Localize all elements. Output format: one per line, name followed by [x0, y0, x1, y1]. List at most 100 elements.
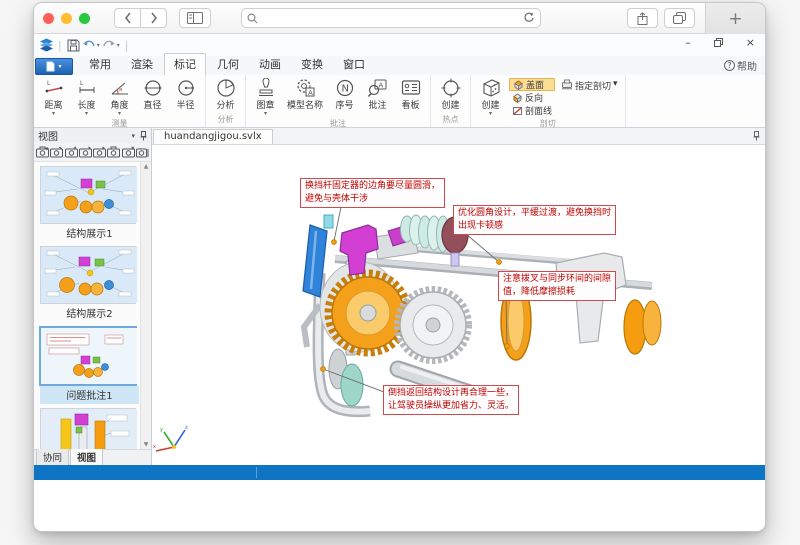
tool-analyze[interactable]: 分析: [209, 76, 242, 111]
cad-model: x y z: [152, 145, 765, 465]
view-next-button[interactable]: [79, 145, 92, 160]
tool-board[interactable]: 看板: [394, 76, 427, 111]
tool-annotation[interactable]: A 批注: [361, 76, 394, 111]
scroll-up-icon[interactable]: ▲: [144, 163, 149, 170]
tool-hotspot-create[interactable]: 创建: [434, 76, 467, 111]
tab-views[interactable]: 视图: [70, 448, 103, 465]
group-annotation: 图章 ▾ A 模型名称 N 序号 A: [246, 75, 431, 127]
tool-distance[interactable]: L 距离 ▾: [37, 76, 70, 117]
search-input[interactable]: [258, 10, 523, 26]
annotation-icon: A: [367, 78, 389, 98]
refresh-icon[interactable]: [523, 12, 535, 24]
annotation-3[interactable]: 注意拨叉与同步环间的间隙 值，降低摩擦损耗: [498, 271, 616, 301]
view-update-button[interactable]: [50, 145, 63, 160]
new-tab-button[interactable]: +: [705, 3, 765, 34]
file-menu-button[interactable]: ▾: [35, 58, 73, 75]
forward-button[interactable]: [140, 8, 167, 28]
camera-icon: [107, 146, 120, 158]
tool-section-line[interactable]: 剖面线: [509, 104, 555, 117]
view-label: 问题批注1: [40, 386, 139, 404]
window-bottom-strip: [34, 480, 765, 531]
view-item-structure-2[interactable]: 结构展示2: [40, 246, 139, 322]
tab-render[interactable]: 渲染: [122, 54, 162, 75]
tab-geometry[interactable]: 几何: [208, 54, 248, 75]
address-search-field[interactable]: [241, 8, 541, 28]
minimize-window-button[interactable]: [61, 13, 72, 24]
view-settings-button[interactable]: [136, 145, 149, 160]
tool-cap-face[interactable]: 盖面: [509, 78, 555, 91]
view-play-button[interactable]: [93, 145, 106, 160]
annotation-1[interactable]: 换挡杆固定器的边角要尽量圆滑， 避免与壳体干涉: [300, 178, 445, 208]
tab-collaboration[interactable]: 协同: [36, 448, 69, 465]
back-button[interactable]: [114, 8, 141, 28]
tab-common[interactable]: 常用: [80, 54, 120, 75]
group-hotspot: 创建 热点: [431, 75, 471, 127]
view-item-structure-1[interactable]: 结构展示1: [40, 166, 139, 242]
tool-angle[interactable]: a 角度 ▾: [103, 76, 136, 117]
svg-text:A: A: [378, 81, 383, 89]
diameter-icon: [142, 78, 164, 98]
dropdown-icon: ▾: [58, 63, 61, 70]
browser-window: + | ▾ ▾: [33, 2, 766, 532]
ribbon-tab-row: ▾ 常用 渲染 标记 几何 动画 变换 窗口 ? 帮助: [34, 56, 765, 75]
view-thumbnail: [40, 166, 136, 224]
svg-text:y: y: [160, 427, 163, 433]
help-button[interactable]: ? 帮助: [724, 58, 757, 73]
tab-animation[interactable]: 动画: [250, 54, 290, 75]
tab-window[interactable]: 窗口: [334, 54, 374, 75]
camera-left-icon: [65, 146, 78, 158]
section-line-icon: [512, 106, 523, 116]
tool-specify-section[interactable]: 指定剖切 ▾: [555, 76, 622, 92]
tab-bar-pin-icon[interactable]: [753, 131, 760, 141]
save-button[interactable]: [67, 39, 80, 52]
tab-overview-button[interactable]: [664, 8, 695, 28]
tool-reverse[interactable]: 反向: [509, 91, 555, 104]
pin-icon[interactable]: [140, 131, 147, 141]
tool-model-name[interactable]: A 模型名称: [282, 76, 328, 111]
zoom-window-button[interactable]: [79, 13, 90, 24]
app-restore-button[interactable]: [714, 38, 723, 47]
document-tab[interactable]: huandangjigou.svlx: [153, 129, 273, 144]
share-button[interactable]: [627, 8, 658, 28]
close-window-button[interactable]: [43, 13, 54, 24]
panel-collapse-icon[interactable]: ▾: [131, 132, 135, 140]
tool-stamp[interactable]: 图章 ▾: [249, 76, 282, 117]
ribbon: L 距离 ▾ L 长度 ▾ a 角度 ▾: [34, 75, 765, 128]
tabs-icon: [673, 12, 686, 24]
svg-text:a: a: [119, 87, 122, 93]
tab-transform[interactable]: 变换: [292, 54, 332, 75]
view-item-problem-annotation-1[interactable]: 问题批注1: [40, 326, 139, 404]
annotation-4[interactable]: 倒挡返回结构设计再合理一些， 让驾驶员操纵更加省力、灵活。: [383, 385, 519, 415]
help-label: 帮助: [737, 58, 757, 73]
view-create-button[interactable]: [36, 145, 49, 160]
view-item-4[interactable]: [40, 408, 139, 449]
cap-face-icon: [513, 80, 524, 90]
tool-section-create[interactable]: 创建 ▾: [474, 76, 507, 117]
undo-button[interactable]: ▾: [82, 39, 100, 51]
tool-sequence-number[interactable]: N 序号: [328, 76, 361, 111]
app-logo-icon: [39, 38, 54, 52]
view-thumbnail: [40, 408, 136, 449]
tool-radius[interactable]: 半径: [169, 76, 202, 111]
dropdown-icon[interactable]: ▾: [613, 79, 618, 89]
view-snapshot-button[interactable]: [107, 145, 120, 160]
views-scrollbar[interactable]: ▲ ▼: [140, 162, 151, 449]
app-minimize-button[interactable]: –: [685, 37, 691, 48]
view-delete-button[interactable]: [122, 145, 135, 160]
sidebar-toggle-button[interactable]: [179, 8, 211, 28]
camera-refresh-icon: [50, 146, 63, 158]
tool-length[interactable]: L 长度 ▾: [70, 76, 103, 117]
dropdown-icon[interactable]: ▾: [97, 42, 100, 49]
app-close-button[interactable]: ×: [746, 37, 755, 48]
scroll-down-icon[interactable]: ▼: [144, 441, 149, 448]
views-toolbar: [34, 143, 151, 162]
dropdown-icon[interactable]: ▾: [117, 42, 120, 49]
view-prev-button[interactable]: [65, 145, 78, 160]
specify-section-icon: [561, 79, 573, 90]
tab-markup[interactable]: 标记: [164, 53, 206, 75]
group-label: 分析: [209, 113, 242, 127]
annotation-2[interactable]: 优化圆角设计，平缓过渡，避免换挡时 出现卡顿感: [453, 205, 616, 235]
model-viewport[interactable]: x y z 换挡杆固定器的边角要尽量圆滑， 避免与壳体干涉 优化圆角设计，平缓过…: [152, 145, 765, 465]
tool-diameter[interactable]: 直径: [136, 76, 169, 111]
redo-button[interactable]: ▾: [102, 39, 120, 51]
